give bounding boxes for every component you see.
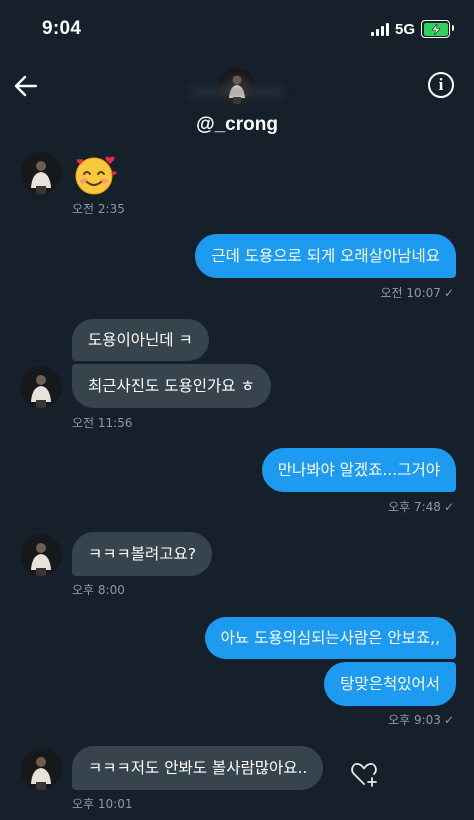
battery-icon [421,20,454,38]
smiling-face-with-hearts-icon[interactable] [72,150,120,198]
sender-avatar[interactable] [20,534,62,576]
sent-check-icon: ✓ [443,286,454,300]
status-bar: 9:04 5G [0,0,474,58]
sender-avatar[interactable] [20,152,62,194]
outgoing-message[interactable]: 만나봐야 알겠죠...그거야 [261,448,456,492]
message-timestamp: 오후 10:01 [72,797,133,811]
incoming-message[interactable]: ㅋㅋㅋ저도 안봐도 볼사람많아요.. [72,746,324,790]
info-icon: i [438,75,444,94]
sent-check-icon: ✓ [443,500,454,514]
sent-check-icon: ✓ [443,713,454,727]
outgoing-message[interactable]: 아뇨 도용의심되는사람은 안보죠,, [204,617,456,659]
incoming-message[interactable]: 도용이아닌데 ㅋ [72,319,209,361]
network-type: 5G [394,20,415,38]
back-arrow-icon [14,75,38,97]
incoming-message[interactable]: 최근사진도 도용인가요 ㅎ [72,364,271,408]
conversation-header: @_crong i [0,58,474,142]
message-timestamp: 오후 9:03 ✓ [388,713,454,727]
signal-icon [370,22,389,36]
sender-avatar[interactable] [20,748,62,790]
heart-add-icon[interactable] [350,760,380,788]
charging-bolt-icon [430,23,441,35]
info-button[interactable]: i [428,72,454,98]
status-time: 9:04 [42,18,82,39]
message-timestamp: 오전 2:35 [72,202,125,216]
outgoing-message[interactable]: 탕맞은척있어서 [324,662,456,706]
message-timestamp: 오후 8:00 [72,583,125,597]
blurred-display-name [190,86,284,98]
outgoing-message[interactable]: 근데 도용으로 되게 오래살아남네요 [195,234,456,278]
status-indicators: 5G [370,20,454,38]
message-timestamp: 오전 11:56 [72,416,133,430]
message-timestamp: 오후 7:48 ✓ [388,500,454,514]
incoming-message[interactable]: ㅋㅋㅋ볼려고요? [72,532,213,576]
header-username[interactable]: @_crong [0,114,474,136]
back-button[interactable] [12,72,40,100]
message-timestamp: 오전 10:07 ✓ [380,286,454,300]
sender-avatar[interactable] [20,366,62,408]
